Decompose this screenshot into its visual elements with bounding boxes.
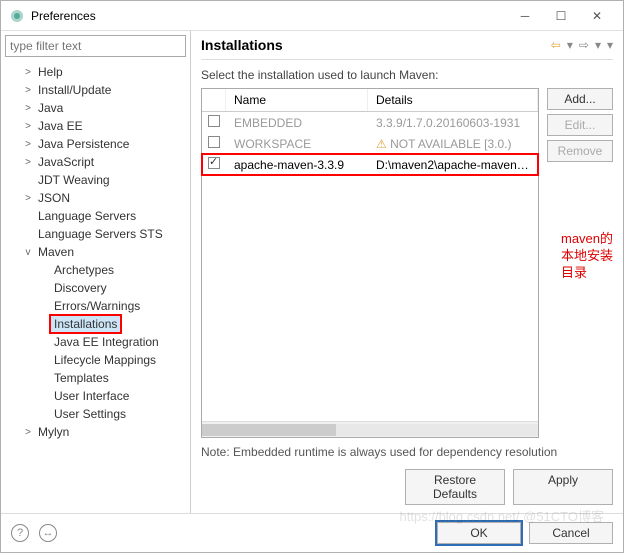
help-icon[interactable]: ? [11, 524, 29, 542]
checkbox[interactable] [208, 115, 220, 127]
filter-input[interactable] [5, 35, 186, 57]
page-title: Installations [201, 37, 551, 53]
tree-item-archetypes[interactable]: Archetypes [5, 261, 190, 279]
installations-table: Name Details EMBEDDED3.3.9/1.7.0.2016060… [201, 88, 539, 438]
window-icon [9, 8, 25, 24]
annotation-text: maven的本地安装目录 [561, 231, 623, 282]
close-button[interactable]: ✕ [579, 2, 615, 30]
button-row: Restore Defaults Apply [201, 469, 613, 505]
apply-button[interactable]: Apply [513, 469, 613, 505]
table-body: EMBEDDED3.3.9/1.7.0.20160603-1931WORKSPA… [202, 112, 538, 175]
sidebar: >Help>Install/Update>Java>Java EE>Java P… [1, 31, 191, 513]
row-details: 3.3.9/1.7.0.20160603-1931 [368, 116, 538, 130]
main: >Help>Install/Update>Java>Java EE>Java P… [1, 31, 623, 513]
forward-icon[interactable]: ⇨ [579, 38, 589, 52]
tree-item-java-ee[interactable]: >Java EE [5, 117, 190, 135]
col-details[interactable]: Details [368, 89, 538, 111]
tree-item-lifecycle-mappings[interactable]: Lifecycle Mappings [5, 351, 190, 369]
row-name: WORKSPACE [226, 137, 368, 151]
footer: ? ↔ OK Cancel [1, 513, 623, 552]
description: Select the installation used to launch M… [201, 68, 613, 82]
table-wrap: Name Details EMBEDDED3.3.9/1.7.0.2016060… [201, 88, 613, 438]
ok-button[interactable]: OK [437, 522, 521, 544]
tree-item-java-persistence[interactable]: >Java Persistence [5, 135, 190, 153]
tree-item-javascript[interactable]: >JavaScript [5, 153, 190, 171]
nav-arrows: ⇦▾ ⇨▾ ▾ [551, 38, 613, 52]
checkbox[interactable] [208, 136, 220, 148]
horizontal-scrollbar[interactable] [202, 421, 538, 437]
titlebar: Preferences ─ ☐ ✕ [1, 1, 623, 31]
tree-item-jdt-weaving[interactable]: JDT Weaving [5, 171, 190, 189]
restore-defaults-button[interactable]: Restore Defaults [405, 469, 505, 505]
minimize-button[interactable]: ─ [507, 2, 543, 30]
maximize-button[interactable]: ☐ [543, 2, 579, 30]
add-button[interactable]: Add... [547, 88, 613, 110]
note-text: Note: Embedded runtime is always used fo… [201, 444, 613, 461]
checkbox[interactable] [208, 157, 220, 169]
tree-item-help[interactable]: >Help [5, 63, 190, 81]
tree-item-user-settings[interactable]: User Settings [5, 405, 190, 423]
tree-item-mylyn[interactable]: >Mylyn [5, 423, 190, 441]
window-title: Preferences [31, 9, 507, 23]
import-export-icon[interactable]: ↔ [39, 524, 57, 542]
row-name: apache-maven-3.3.9 [226, 158, 368, 172]
edit-button[interactable]: Edit... [547, 114, 613, 136]
preferences-tree[interactable]: >Help>Install/Update>Java>Java EE>Java P… [1, 61, 190, 513]
back-icon[interactable]: ⇦ [551, 38, 561, 52]
tree-item-maven[interactable]: vMaven [5, 243, 190, 261]
remove-button[interactable]: Remove [547, 140, 613, 162]
table-header: Name Details [202, 89, 538, 112]
tree-item-language-servers[interactable]: Language Servers [5, 207, 190, 225]
row-details: ⚠ NOT AVAILABLE [3.0.) [368, 137, 538, 151]
table-row[interactable]: EMBEDDED3.3.9/1.7.0.20160603-1931 [202, 112, 538, 133]
content-pane: Installations ⇦▾ ⇨▾ ▾ Select the install… [191, 31, 623, 513]
tree-item-installations[interactable]: Installations [5, 315, 190, 333]
tree-item-language-servers-sts[interactable]: Language Servers STS [5, 225, 190, 243]
tree-item-templates[interactable]: Templates [5, 369, 190, 387]
tree-item-errors-warnings[interactable]: Errors/Warnings [5, 297, 190, 315]
tree-item-discovery[interactable]: Discovery [5, 279, 190, 297]
content-header: Installations ⇦▾ ⇨▾ ▾ [201, 37, 613, 60]
row-name: EMBEDDED [226, 116, 368, 130]
col-name[interactable]: Name [226, 89, 368, 111]
cancel-button[interactable]: Cancel [529, 522, 613, 544]
row-details: D:\maven2\apache-maven-3. [368, 158, 538, 172]
tree-item-install-update[interactable]: >Install/Update [5, 81, 190, 99]
tree-item-java-ee-integration[interactable]: Java EE Integration [5, 333, 190, 351]
tree-item-user-interface[interactable]: User Interface [5, 387, 190, 405]
table-row[interactable]: WORKSPACE⚠ NOT AVAILABLE [3.0.) [202, 133, 538, 154]
help-icons: ? ↔ [11, 524, 437, 542]
tree-item-json[interactable]: >JSON [5, 189, 190, 207]
tree-item-java[interactable]: >Java [5, 99, 190, 117]
filter-box [5, 35, 186, 57]
table-row[interactable]: apache-maven-3.3.9D:\maven2\apache-maven… [202, 154, 538, 175]
